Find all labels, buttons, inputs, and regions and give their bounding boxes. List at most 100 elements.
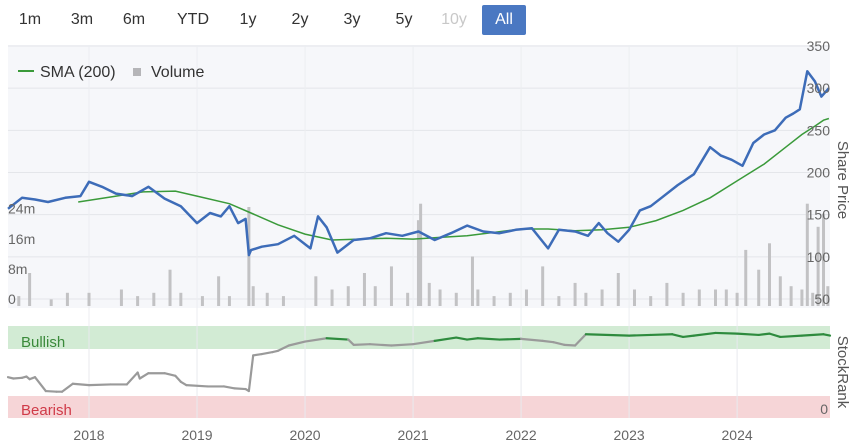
volume-bar[interactable] xyxy=(492,296,496,306)
volume-bar[interactable] xyxy=(714,289,718,307)
volume-bar[interactable] xyxy=(265,292,269,306)
volume-bar[interactable] xyxy=(49,299,53,306)
stockrank-line-segment[interactable] xyxy=(681,334,696,339)
stockrank-line-segment[interactable] xyxy=(498,337,523,341)
price-tick-label: 200 xyxy=(807,165,831,181)
volume-bar[interactable] xyxy=(247,207,251,306)
stockrank-line-segment[interactable] xyxy=(185,384,209,388)
stockrank-line-segment[interactable] xyxy=(757,332,771,337)
volume-bar[interactable] xyxy=(632,289,636,307)
stockrank-line-segment[interactable] xyxy=(627,333,652,337)
volume-bar[interactable] xyxy=(454,292,458,306)
volume-bar[interactable] xyxy=(681,292,685,306)
stockrank-line-segment[interactable] xyxy=(87,383,112,387)
volume-bar[interactable] xyxy=(406,292,410,306)
volume-legend-swatch xyxy=(133,68,141,76)
year-tick-label: 2024 xyxy=(722,427,753,443)
volume-bar[interactable] xyxy=(735,292,739,306)
stockrank-line-segment[interactable] xyxy=(563,343,577,347)
volume-bar[interactable] xyxy=(419,203,423,306)
stockrank-line-segment[interactable] xyxy=(325,337,350,341)
volume-bar[interactable] xyxy=(65,292,69,306)
sma-legend-label[interactable]: SMA (200) xyxy=(40,64,116,81)
volume-bar[interactable] xyxy=(584,292,588,306)
volume-bar[interactable] xyxy=(649,296,653,306)
volume-bar[interactable] xyxy=(778,276,782,306)
price-tick-label: 300 xyxy=(807,80,831,96)
volume-bar[interactable] xyxy=(697,289,701,307)
stockrank-line-segment[interactable] xyxy=(390,343,415,347)
stockrank-line-segment[interactable] xyxy=(12,376,24,380)
volume-bar[interactable] xyxy=(757,269,761,306)
stockrank-axis-title: StockRank xyxy=(834,336,851,409)
volume-bar[interactable] xyxy=(28,273,32,306)
volume-bar[interactable] xyxy=(665,282,669,306)
volume-bar[interactable] xyxy=(373,286,377,306)
volume-bar[interactable] xyxy=(17,296,21,306)
stockrank-line-segment[interactable] xyxy=(822,333,832,337)
stockrank-panel: Bullish Bearish 0 StockRank 2018 2019 2020 2021… xyxy=(6,326,851,443)
stockrank-line-segment[interactable] xyxy=(368,343,393,347)
year-tick-label: 2021 xyxy=(397,427,428,443)
volume-bar[interactable] xyxy=(227,296,231,306)
volume-bar[interactable] xyxy=(200,296,204,306)
year-tick-label: 2019 xyxy=(181,427,212,443)
volume-bar[interactable] xyxy=(314,276,318,306)
stockrank-line-segment[interactable] xyxy=(541,339,555,344)
stockrank-line-segment[interactable] xyxy=(476,337,501,341)
stockrank-line-segment[interactable] xyxy=(252,352,263,357)
stockrank-line-segment[interactable] xyxy=(779,334,804,339)
volume-bar[interactable] xyxy=(438,289,442,307)
price-tick-label: 350 xyxy=(807,38,831,54)
volume-bar[interactable] xyxy=(744,249,748,306)
stockrank-line-segment[interactable] xyxy=(800,333,825,337)
volume-bar[interactable] xyxy=(362,273,366,306)
stockrank-line-segment[interactable] xyxy=(465,337,479,341)
stock-chart: 50 100 150 200 250 300 350 0 8m 16m 24m Share Price… xyxy=(6,38,851,443)
volume-bar[interactable] xyxy=(330,289,334,307)
volume-tick-label: 24m xyxy=(8,201,35,217)
year-tick-label: 2023 xyxy=(614,427,645,443)
volume-bar[interactable] xyxy=(119,289,123,307)
volume-bar[interactable] xyxy=(557,296,561,306)
volume-bar[interactable] xyxy=(524,289,528,307)
volume-bar[interactable] xyxy=(389,266,393,306)
volume-bar[interactable] xyxy=(179,292,183,306)
stockrank-line-segment[interactable] xyxy=(44,389,58,393)
volume-bar[interactable] xyxy=(508,292,512,306)
stockrank-line-segment[interactable] xyxy=(649,333,674,337)
volume-bar[interactable] xyxy=(573,282,577,306)
volume-bar[interactable] xyxy=(616,273,620,306)
volume-bar[interactable] xyxy=(427,282,431,306)
volume-bar[interactable] xyxy=(217,276,221,306)
price-tick-label: 100 xyxy=(807,249,831,265)
volume-bar[interactable] xyxy=(476,289,480,307)
volume-bar[interactable] xyxy=(87,292,91,306)
volume-bar[interactable] xyxy=(251,286,255,306)
volume-bar[interactable] xyxy=(600,289,604,307)
volume-bar[interactable] xyxy=(800,289,804,307)
volume-bar[interactable] xyxy=(470,256,474,307)
bullish-zone-label: Bullish xyxy=(21,334,65,351)
stockrank-line-segment[interactable] xyxy=(584,333,631,337)
volume-bar[interactable] xyxy=(789,286,793,306)
volume-bar[interactable] xyxy=(281,296,285,306)
stockrank-line-segment[interactable] xyxy=(714,331,739,335)
price-tick-label: 150 xyxy=(807,207,831,223)
stockrank-line-segment[interactable] xyxy=(233,387,247,391)
volume-bar[interactable] xyxy=(541,266,545,306)
volume-bar[interactable] xyxy=(724,289,728,307)
volume-bar[interactable] xyxy=(168,269,172,306)
volume-bar[interactable] xyxy=(152,292,156,306)
stockrank-line-segment[interactable] xyxy=(71,382,91,387)
bullish-zone xyxy=(8,326,830,349)
volume-legend-label[interactable]: Volume xyxy=(151,64,204,81)
price-tick-label: 50 xyxy=(814,291,830,307)
volume-bar[interactable] xyxy=(768,243,772,306)
stockrank-line-segment[interactable] xyxy=(736,332,760,337)
volume-bar[interactable] xyxy=(136,296,140,306)
volume-bar[interactable] xyxy=(346,286,350,306)
stockrank-tick-label: 0 xyxy=(820,401,828,417)
stockrank-line-segment[interactable] xyxy=(352,343,371,346)
year-tick-label: 2020 xyxy=(289,427,320,443)
